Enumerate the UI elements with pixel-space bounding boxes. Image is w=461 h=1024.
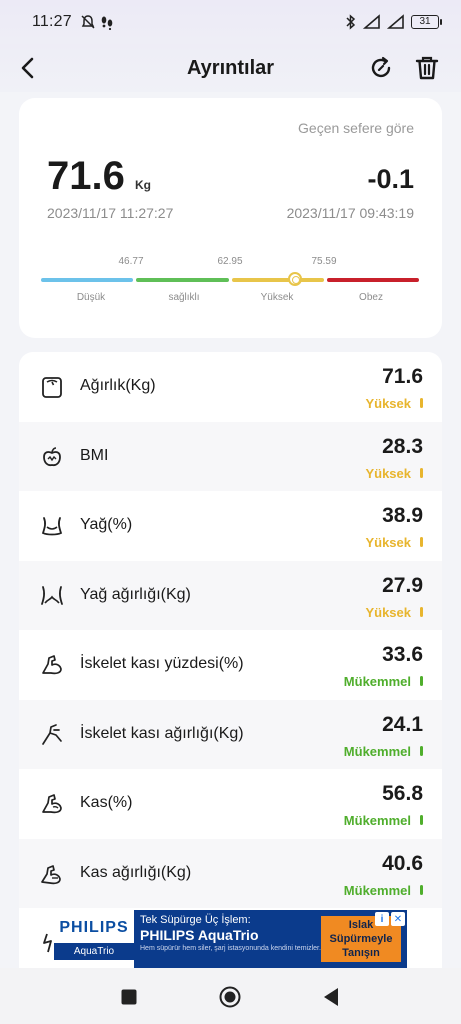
- metric-row[interactable]: İskelet kası ağırlığı(Kg) 24.1 Mükemmel: [19, 699, 442, 769]
- muscle-icon: [42, 794, 62, 814]
- delete-button[interactable]: [412, 53, 442, 83]
- metric-status: Mükemmel: [343, 813, 411, 828]
- system-nav-bar: [0, 968, 461, 1024]
- metric-label: İskelet kası yüzdesi(%): [80, 655, 244, 672]
- current-date: 2023/11/17 11:27:27: [47, 205, 174, 221]
- metric-status: Yüksek: [365, 604, 411, 620]
- metric-row[interactable]: Yağ ağırlığı(Kg) 27.9 Yüksek: [19, 560, 442, 630]
- recents-button[interactable]: [118, 986, 140, 1008]
- scale-segment-healthy: [136, 278, 229, 282]
- metric-row[interactable]: Ağırlık(Kg) 71.6 Yüksek: [19, 352, 442, 422]
- weight-scale-bar: [41, 278, 419, 282]
- bmi-icon: [43, 446, 61, 466]
- status-bar: 11:27 31: [0, 0, 461, 44]
- ad-close-icon[interactable]: ✕: [391, 912, 405, 926]
- bell-muted-icon: [81, 15, 95, 29]
- threshold-label: 46.77: [118, 256, 144, 267]
- metric-label: BMI: [80, 446, 109, 464]
- weight-unit: Kg: [135, 178, 151, 192]
- threshold-label: 75.59: [311, 256, 337, 267]
- ad-info-icon[interactable]: i: [375, 912, 389, 926]
- chevron-left-icon: [21, 57, 34, 79]
- signal-2-icon: [387, 14, 404, 29]
- metric-value: 24.1: [382, 712, 423, 736]
- bluetooth-icon: [346, 14, 356, 30]
- metric-label: Kas ağırlığı(Kg): [80, 863, 192, 881]
- metric-row[interactable]: Yağ(%) 38.9 Yüksek: [19, 491, 442, 561]
- metric-status: Mükemmel: [343, 743, 411, 759]
- metric-row[interactable]: Kas(%) 56.8 Mükemmel: [19, 769, 442, 839]
- status-indicator: [420, 815, 423, 825]
- philips-logo: PHILIPS: [59, 918, 129, 936]
- status-indicator: [420, 537, 423, 547]
- metric-status: Yüksek: [365, 535, 411, 550]
- ad-brand: PHILIPS AquaTrio: [54, 910, 134, 968]
- trash-icon: [415, 56, 439, 80]
- metric-value: 28.3: [382, 434, 423, 458]
- triangle-back-icon: [324, 988, 338, 1006]
- metric-value: 56.8: [382, 782, 423, 805]
- metric-label: İskelet kası ağırlığı(Kg): [80, 724, 244, 742]
- metric-label: Kas(%): [80, 794, 133, 811]
- circle-icon: [219, 986, 241, 1008]
- category-label: Yüksek: [260, 292, 294, 303]
- page-title: Ayrıntılar: [186, 56, 275, 79]
- metric-value: 40.6: [382, 851, 423, 875]
- status-indicator: [420, 467, 423, 478]
- weight-summary-card: Geçen sefere göre 71.6 Kg -0.1 2023/11/1…: [19, 98, 442, 338]
- refresh-icon: [371, 56, 391, 78]
- category-label: sağlıklı: [168, 292, 200, 303]
- header: Ayrıntılar: [0, 44, 461, 92]
- compare-label: Geçen sefere göre: [298, 120, 414, 136]
- threshold-label: 62.95: [217, 256, 243, 267]
- status-time: 11:27: [32, 13, 72, 30]
- previous-date: 2023/11/17 09:43:19: [286, 205, 414, 221]
- category-label: Obez: [359, 292, 383, 303]
- metric-row[interactable]: BMI 28.3 Yüksek: [19, 421, 442, 491]
- back-button[interactable]: [14, 54, 42, 82]
- square-icon: [121, 989, 137, 1005]
- battery-icon: 31: [411, 15, 442, 29]
- metric-value: 27.9: [382, 573, 423, 597]
- metric-status: Mükemmel: [343, 674, 411, 689]
- metric-label: Ağırlık(Kg): [80, 377, 156, 394]
- home-button[interactable]: [219, 986, 241, 1008]
- refresh-button[interactable]: [366, 53, 396, 83]
- steps-icon: [101, 16, 113, 30]
- weight-value: 71.6: [47, 154, 125, 198]
- scale-segment-low: [41, 278, 134, 282]
- scale-icon: [42, 377, 62, 398]
- scale-segment-high: [231, 278, 324, 282]
- ad-product: AquaTrio: [54, 942, 134, 960]
- signal-icon: [363, 14, 380, 29]
- status-indicator: [420, 606, 423, 617]
- back-nav-button[interactable]: [320, 986, 342, 1008]
- status-indicator: [420, 884, 423, 895]
- muscle-arm-icon: [42, 655, 62, 675]
- muscle-weight-icon: [41, 864, 61, 884]
- metric-status: Yüksek: [365, 465, 411, 481]
- metric-value: 38.9: [382, 504, 423, 527]
- weight-difference: -0.1: [367, 164, 414, 194]
- status-indicator: [420, 398, 423, 408]
- body-fat-icon: [41, 517, 63, 536]
- scale-marker: [287, 272, 302, 286]
- metric-status: Mükemmel: [343, 882, 411, 898]
- metric-label: Yağ ağırlığı(Kg): [80, 585, 191, 603]
- ad-banner[interactable]: PHILIPS AquaTrio Tek Süpürge Üç İşlem: P…: [54, 910, 407, 968]
- metric-row[interactable]: İskelet kası yüzdesi(%) 33.6 Mükemmel: [19, 630, 442, 700]
- category-label: Düşük: [76, 292, 106, 303]
- metric-value: 33.6: [382, 643, 423, 666]
- status-indicator: [420, 676, 423, 686]
- metric-status: Yüksek: [365, 396, 411, 411]
- metric-label: Yağ(%): [80, 516, 133, 533]
- status-indicator: [420, 745, 423, 756]
- fat-weight-icon: [41, 585, 63, 605]
- metrics-list: Ağırlık(Kg) 71.6 Yüksek BMI 28.3 Yüksek …: [19, 352, 442, 968]
- metric-value: 71.6: [382, 365, 423, 388]
- skeletal-muscle-icon: [42, 723, 62, 745]
- metric-row[interactable]: Kas ağırlığı(Kg) 40.6 Mükemmel: [19, 838, 442, 908]
- scale-segment-obese: [326, 278, 419, 282]
